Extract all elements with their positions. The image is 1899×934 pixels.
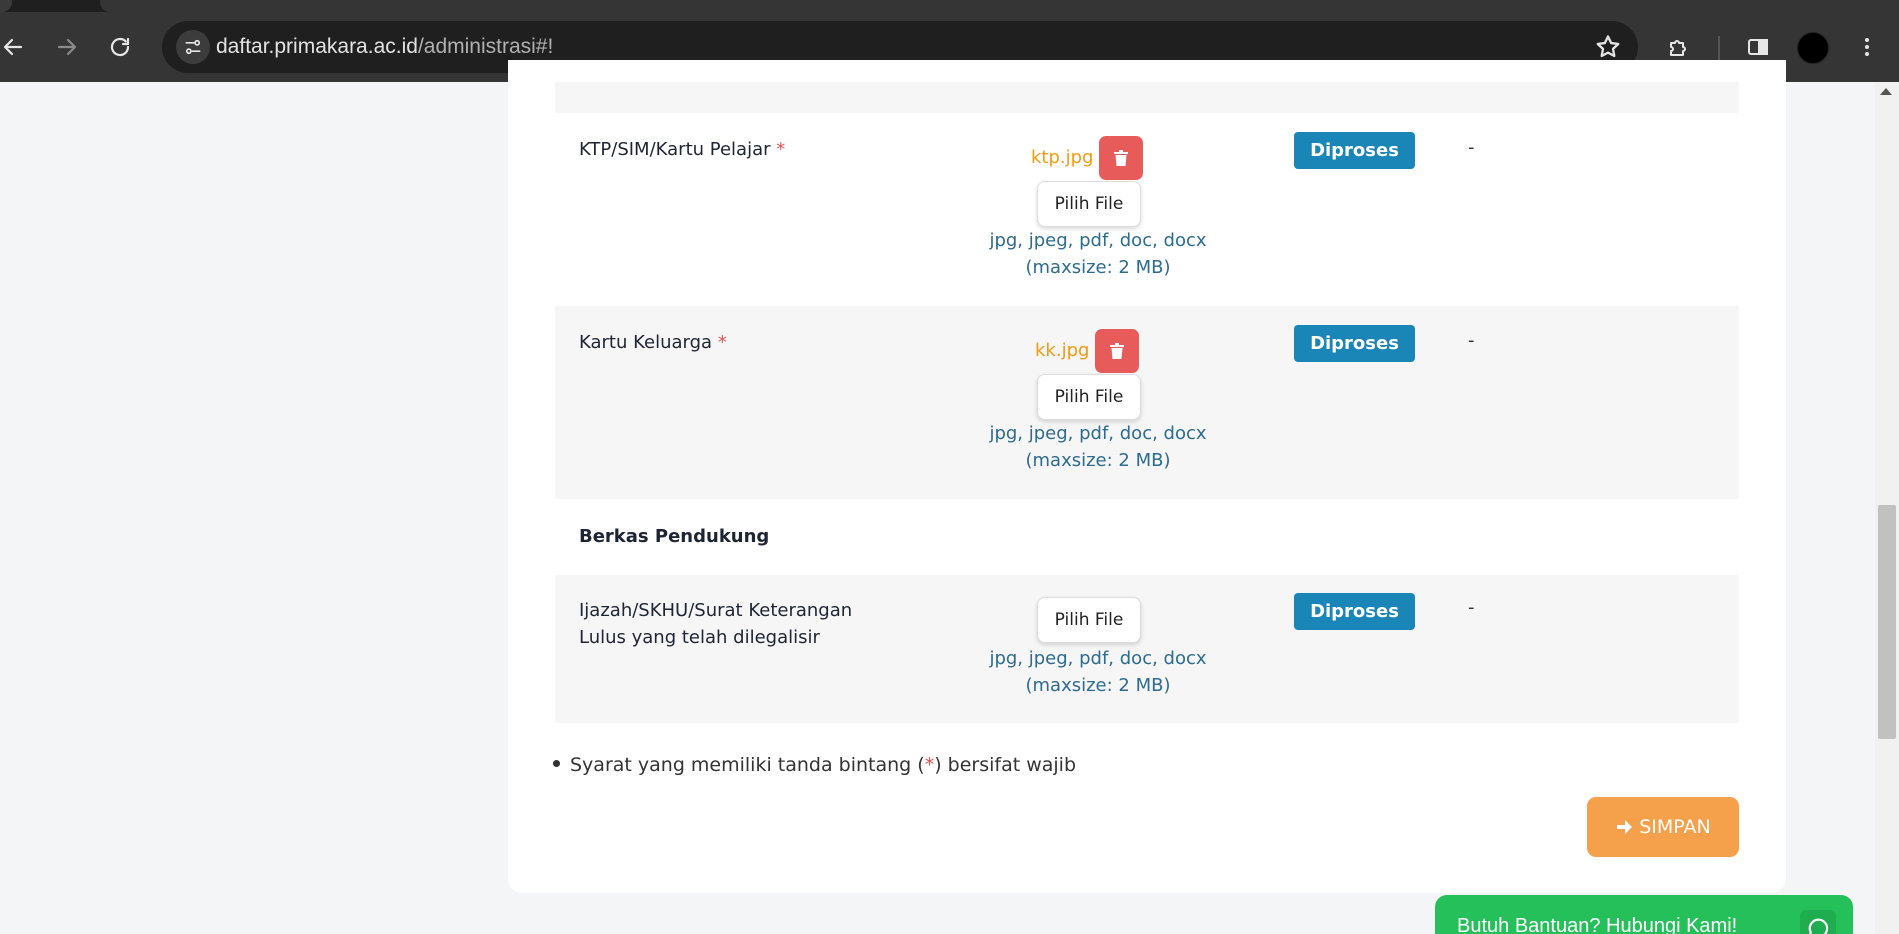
sidebar-icon[interactable] — [1741, 30, 1775, 64]
menu-icon[interactable] — [1850, 30, 1884, 64]
choose-file-button[interactable]: Pilih File — [1037, 374, 1141, 420]
document-label-line2: Lulus yang telah dilegalisir — [579, 627, 820, 648]
bullet-icon — [553, 760, 560, 767]
profile-avatar[interactable] — [1797, 32, 1829, 64]
document-row-ktp: KTP/SIM/Kartu Pelajar * ktp.jpg Pilih Fi… — [555, 113, 1739, 306]
choose-file-button[interactable]: Pilih File — [1037, 181, 1141, 227]
tab-strip — [0, 0, 1899, 12]
document-row-kk: Kartu Keluarga * kk.jpg Pilih File jpg, … — [555, 306, 1739, 499]
forward-icon[interactable] — [50, 30, 84, 64]
tab-edge — [0, 0, 12, 12]
extensions-icon[interactable] — [1661, 30, 1695, 64]
trash-icon — [1114, 150, 1128, 166]
uploaded-file-link[interactable]: ktp.jpg — [1031, 147, 1093, 168]
whatsapp-icon[interactable] — [1800, 910, 1836, 934]
document-label-line1: Ijazah/SKHU/Surat Keterangan — [579, 600, 853, 621]
status-badge: Diproses — [1294, 593, 1415, 630]
footnote-text-end: ) bersifat wajib — [934, 754, 1077, 776]
file-format-hint: jpg, jpeg, pdf, doc, docx — [989, 423, 1207, 444]
arrow-right-icon — [1617, 820, 1633, 834]
url-text[interactable]: daftar.primakara.ac.id/administrasi#! — [216, 35, 553, 59]
help-chat-widget[interactable]: Butuh Bantuan? Hubungi Kami! — [1435, 895, 1853, 934]
previous-row-remainder — [555, 82, 1739, 113]
url-domain: daftar.primakara.ac.id — [216, 35, 418, 58]
reload-icon[interactable] — [103, 30, 137, 64]
document-label: Ijazah/SKHU/Surat Keterangan Lulus yang … — [579, 597, 852, 651]
file-format-hint: jpg, jpeg, pdf, doc, docx — [989, 230, 1207, 251]
uploaded-file-link[interactable]: kk.jpg — [1035, 340, 1089, 361]
delete-file-button[interactable] — [1099, 136, 1143, 180]
site-settings-icon[interactable] — [176, 30, 210, 64]
file-size-hint: (maxsize: 2 MB) — [1025, 450, 1171, 471]
document-label-text: Kartu Keluarga — [579, 332, 713, 353]
trash-icon — [1110, 343, 1124, 359]
toolbar-divider — [1718, 36, 1720, 60]
scrollbar-thumb[interactable] — [1878, 505, 1896, 739]
status-badge: Diproses — [1294, 132, 1415, 169]
active-tab[interactable] — [100, 0, 1899, 12]
file-size-hint: (maxsize: 2 MB) — [1025, 257, 1171, 278]
section-title-supporting: Berkas Pendukung — [579, 526, 770, 547]
required-star: * — [776, 139, 786, 160]
document-label: KTP/SIM/Kartu Pelajar * — [579, 136, 785, 163]
required-footnote: Syarat yang memiliki tanda bintang (*) b… — [553, 754, 1076, 776]
url-path: /administrasi#! — [417, 35, 554, 58]
status-badge: Diproses — [1294, 325, 1415, 362]
help-widget-text: Butuh Bantuan? Hubungi Kami! — [1457, 915, 1738, 934]
save-button[interactable]: SIMPAN — [1587, 797, 1739, 857]
note-text: - — [1468, 137, 1475, 158]
file-format-hint: jpg, jpeg, pdf, doc, docx — [989, 648, 1207, 669]
required-star: * — [924, 754, 935, 776]
document-row-ijazah: Ijazah/SKHU/Surat Keterangan Lulus yang … — [555, 575, 1739, 723]
save-label: SIMPAN — [1639, 816, 1711, 838]
choose-file-button[interactable]: Pilih File — [1037, 597, 1141, 643]
document-label: Kartu Keluarga * — [579, 329, 727, 356]
required-star: * — [717, 332, 727, 353]
file-size-hint: (maxsize: 2 MB) — [1025, 675, 1171, 696]
note-text: - — [1468, 597, 1475, 618]
delete-file-button[interactable] — [1095, 329, 1139, 373]
document-label-text: KTP/SIM/Kartu Pelajar — [579, 139, 771, 160]
scroll-up-arrow[interactable] — [1880, 88, 1892, 95]
note-text: - — [1468, 330, 1475, 351]
back-icon[interactable] — [0, 30, 30, 64]
star-icon[interactable] — [1594, 33, 1622, 61]
footnote-text: Syarat yang memiliki tanda bintang ( — [570, 754, 925, 776]
